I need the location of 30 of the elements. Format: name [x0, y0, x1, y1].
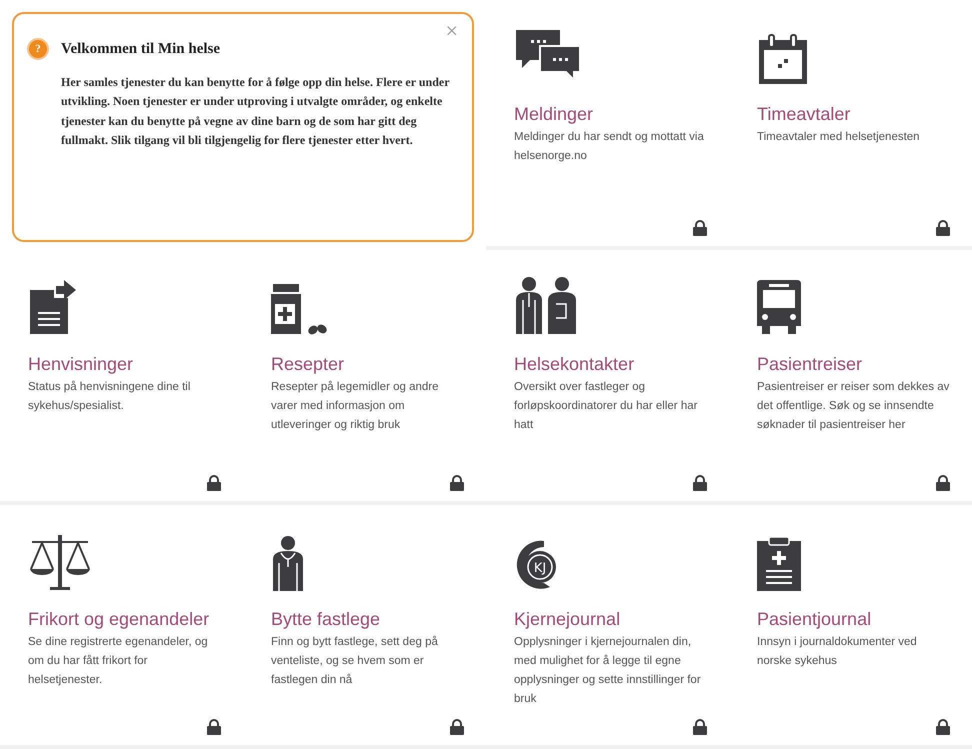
medicine-bottle-icon — [271, 284, 327, 336]
calendar-icon — [757, 34, 809, 86]
document-arrow-icon — [28, 280, 76, 336]
tile-title: Kjernejournal — [514, 608, 622, 631]
tile-title: Henvisninger — [28, 353, 134, 376]
tile-description: Opplysninger i kjernejournalen din, med mulighet for å legge til egne opplysninger og sette innstillinger for bruk — [514, 635, 702, 707]
welcome-title: Velkommen til Min helse — [61, 40, 220, 59]
tile-description: Se dine registrerte egenandeler, og om du har fått frikort for helsetjenester. — [28, 635, 209, 688]
tile-title: Pasientjournal — [757, 608, 872, 631]
tile-description: Status på henvisningene dine til sykehus/spesialist. — [28, 380, 192, 414]
tile-description: Timeavtaler med helsetjenesten — [757, 130, 921, 145]
tile-title: Meldinger — [514, 103, 594, 126]
doctor-icon — [271, 535, 305, 591]
tile-description: Meldinger du har sendt og mottatt via helsenorge.no — [514, 130, 705, 164]
tile-title: Pasientreiser — [757, 353, 864, 376]
tile-description: Innsyn i journaldokumenter ved norske sykehus — [757, 635, 918, 669]
tile-title: Bytte fastlege — [271, 608, 382, 631]
tile-title: Helsekontakter — [514, 353, 636, 376]
bus-icon — [757, 278, 801, 336]
tile-description: Oversikt over fastleger og forløpskoordinatorer du har eller har hatt — [514, 380, 698, 433]
tile-description: Pasientreiser er reiser som dekkes av det offentlige. Søk og se innsendte søknader til pasientreiser her — [757, 380, 950, 433]
tile-title: Timeavtaler — [757, 103, 852, 126]
tile-title: Frikort og egenandeler — [28, 608, 210, 631]
tile-description: Finn og bytt fastlege, sett deg på venteliste, og se hvem som er fastlegen din nå — [271, 634, 439, 688]
tile-title: Resepter — [271, 353, 346, 376]
two-people-icon — [514, 276, 578, 336]
tile-description: Resepter på legemidler og andre varer med informasjon om utleveringer og riktig bruk — [271, 380, 440, 433]
help-icon: ? — [27, 38, 49, 60]
scales-icon — [28, 535, 92, 591]
welcome-text: Her samles tjenester du kan benytte for å følge opp din helse. Flere er under utvikling. Noen tjenester er under utproving i utvalgte områder, og enkelte tjenester kan du benytte på vegne av dine barn og de som har gitt deg fullmakt. Slik tilgang vil bli tilgjengelig for flere tjenester etter hvert. — [61, 74, 450, 149]
